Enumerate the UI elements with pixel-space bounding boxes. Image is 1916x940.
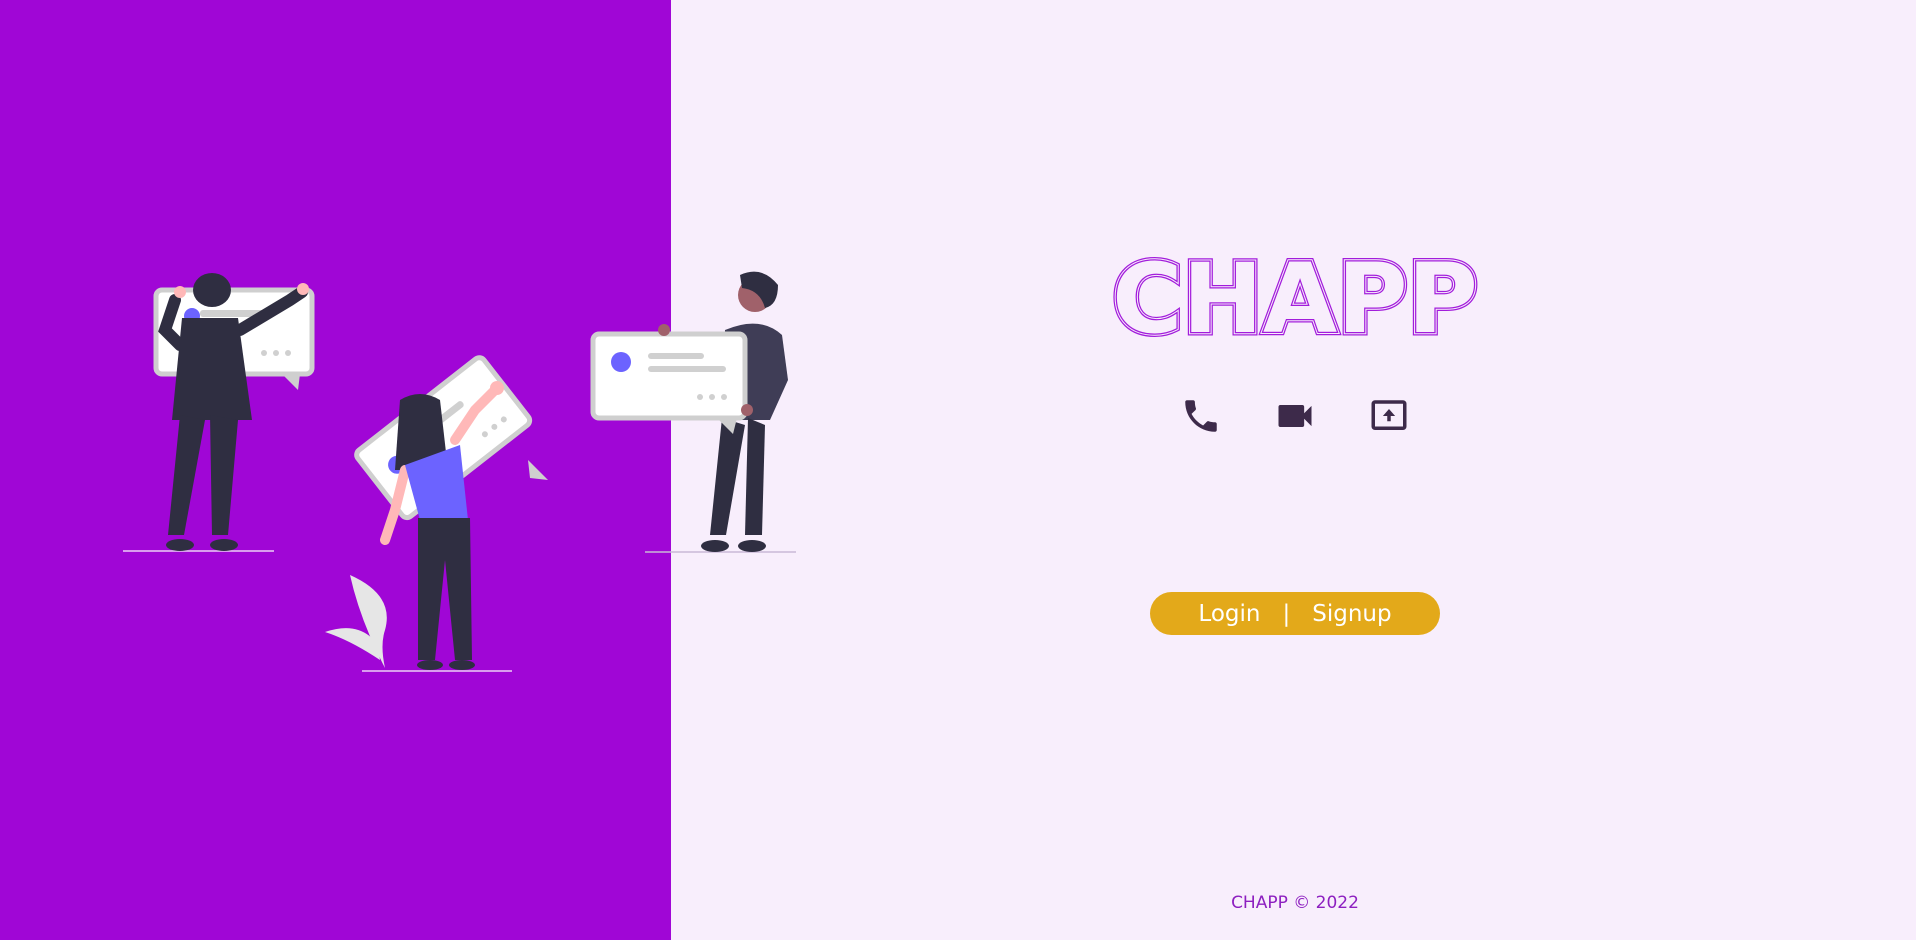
signup-button[interactable]: Signup — [1312, 601, 1391, 627]
svg-text:CHAPP: CHAPP — [1112, 252, 1478, 344]
chapp-logo: CHAPP CHAPP CHAPP CHAPP — [1100, 240, 1490, 359]
video-camera-icon[interactable] — [1269, 390, 1321, 442]
auth-separator: | — [1282, 600, 1291, 627]
phone-icon[interactable] — [1175, 390, 1227, 442]
auth-pill: Login | Signup — [1150, 592, 1440, 635]
feature-icons-row — [1175, 390, 1415, 442]
screen-share-icon[interactable] — [1363, 390, 1415, 442]
right-content-panel — [671, 0, 1916, 940]
login-button[interactable]: Login — [1198, 601, 1260, 627]
footer-copyright: CHAPP © 2022 — [1231, 893, 1359, 913]
left-hero-panel — [0, 0, 671, 940]
